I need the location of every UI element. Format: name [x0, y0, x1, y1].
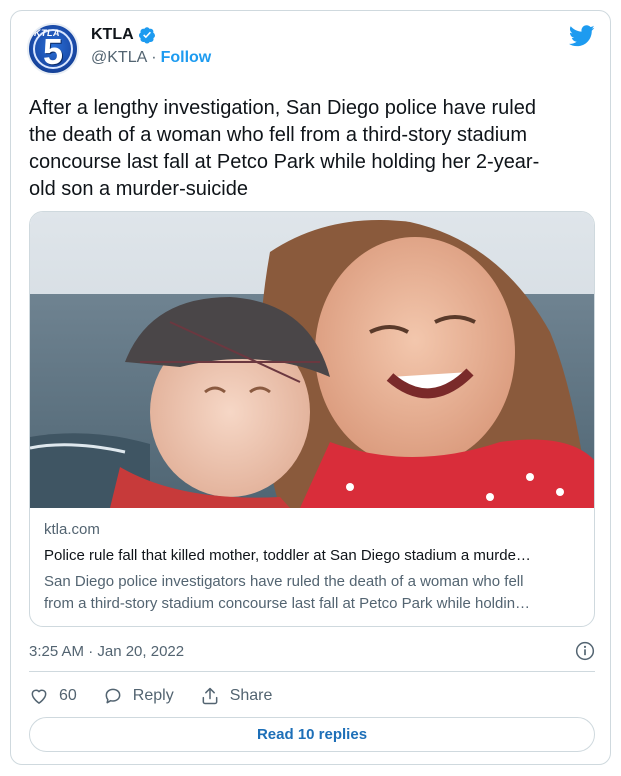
- reply-label: Reply: [132, 687, 174, 704]
- photo-mother-and-toddler: [30, 212, 594, 508]
- tweet-card: KTLA 5 KTLA @KTLA · Follow After a lengt…: [10, 10, 611, 765]
- avatar-channel-number: 5: [43, 31, 64, 72]
- follow-link[interactable]: Follow: [161, 49, 212, 67]
- name-row: KTLA: [91, 26, 156, 44]
- like-button[interactable]: 60: [29, 686, 77, 706]
- link-preview-card[interactable]: ktla.com Police rule fall that killed mo…: [29, 211, 595, 627]
- link-domain: ktla.com: [44, 521, 100, 538]
- link-description: San Diego police investigators have rule…: [44, 571, 584, 615]
- avatar[interactable]: KTLA 5: [27, 23, 79, 75]
- link-title: Police rule fall that killed mother, tod…: [44, 547, 531, 564]
- tweet-header: KTLA 5 KTLA @KTLA · Follow: [27, 23, 595, 79]
- timestamp-row: 3:25 AM · Jan 20, 2022: [29, 639, 595, 663]
- read-replies-button[interactable]: Read 10 replies: [29, 717, 595, 752]
- link-description-line-2: from a third-story stadium concourse las…: [44, 595, 531, 612]
- divider: [29, 671, 595, 672]
- link-description-line-1: San Diego police investigators have rule…: [44, 573, 524, 590]
- handle-row: @KTLA · Follow: [91, 49, 211, 67]
- twitter-bird-icon[interactable]: [569, 25, 595, 47]
- reply-button[interactable]: Reply: [103, 686, 174, 706]
- share-upload-icon: [202, 687, 218, 705]
- link-preview-image: [30, 212, 594, 508]
- info-icon[interactable]: [575, 641, 595, 661]
- like-count: 60: [59, 687, 77, 704]
- tweet-text: After a lengthy investigation, San Diego…: [29, 97, 540, 200]
- verified-badge-icon: [138, 27, 155, 44]
- share-button[interactable]: Share: [200, 686, 273, 706]
- account-name[interactable]: KTLA: [91, 26, 134, 44]
- heart-icon: [31, 689, 47, 704]
- tweet-timestamp[interactable]: 3:25 AM · Jan 20, 2022: [29, 643, 184, 660]
- account-handle[interactable]: @KTLA: [91, 49, 147, 67]
- link-meta: ktla.com Police rule fall that killed mo…: [44, 520, 584, 615]
- speech-bubble-icon: [105, 688, 121, 704]
- share-label: Share: [229, 687, 273, 704]
- handle-separator: ·: [151, 49, 157, 66]
- action-bar: 60 Reply Share: [29, 683, 272, 709]
